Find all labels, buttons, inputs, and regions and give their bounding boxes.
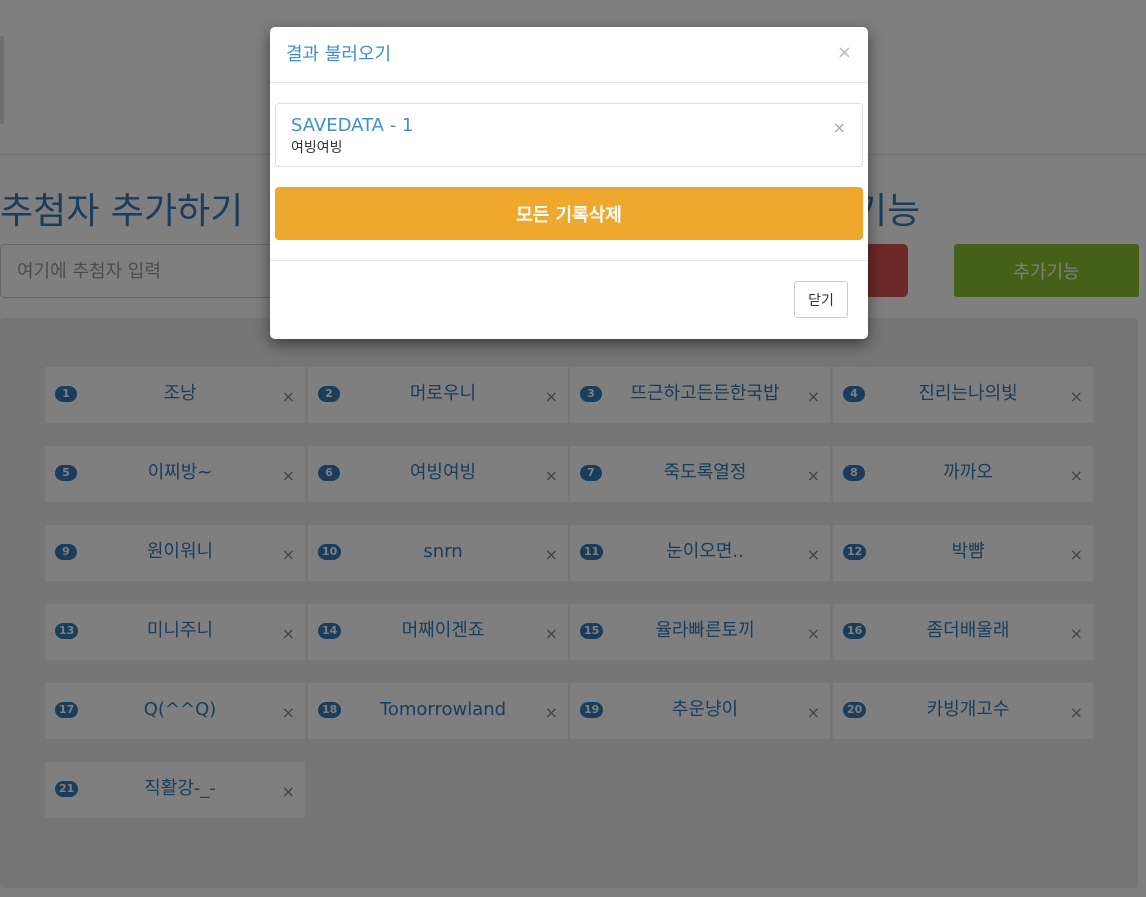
- modal-backdrop[interactable]: 결과 불러오기 × SAVEDATA - 1 여빙여빙 × 모든 기록삭제 닫기: [0, 0, 1146, 897]
- load-results-modal: 결과 불러오기 × SAVEDATA - 1 여빙여빙 × 모든 기록삭제 닫기: [270, 27, 868, 339]
- save-entry-detail: 여빙여빙: [291, 140, 343, 156]
- save-entry-name: SAVEDATA - 1: [291, 115, 414, 136]
- close-button[interactable]: 닫기: [794, 281, 848, 318]
- delete-save-icon[interactable]: ×: [833, 118, 846, 138]
- modal-title: 결과 불러오기: [286, 44, 392, 65]
- modal-footer-divider: [270, 260, 868, 261]
- close-icon[interactable]: ×: [837, 43, 852, 63]
- delete-all-records-button[interactable]: 모든 기록삭제: [275, 187, 863, 240]
- modal-header: 결과 불러오기 ×: [270, 27, 868, 83]
- save-entry[interactable]: SAVEDATA - 1 여빙여빙 ×: [275, 103, 863, 167]
